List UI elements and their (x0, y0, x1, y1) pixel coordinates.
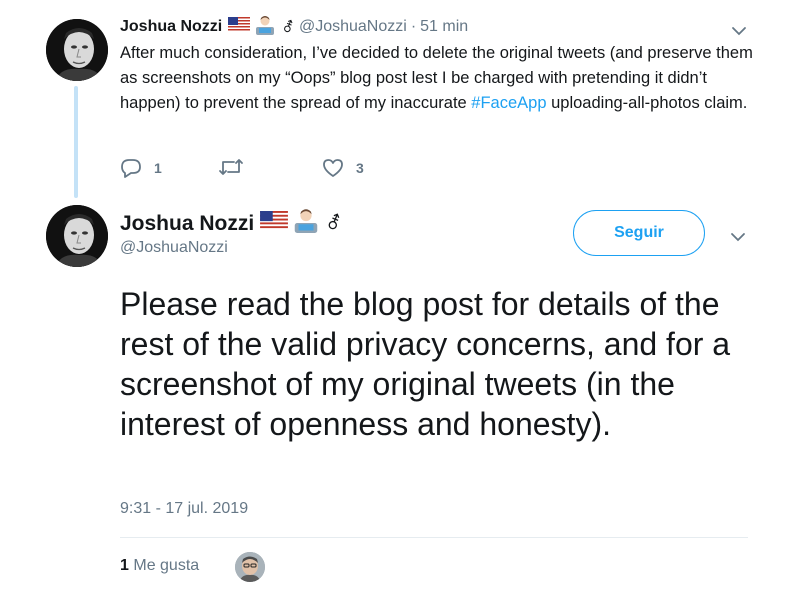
flag-us-icon (260, 211, 289, 236)
likes-label: Me gusta (133, 557, 200, 574)
like-count: 3 (356, 160, 364, 176)
follow-button[interactable]: Seguir (573, 210, 705, 256)
tweet-thread: Joshua Nozzi ⚦ @JoshuaNozzi · 51 min Aft… (0, 0, 788, 596)
separator-dot: · (410, 18, 417, 35)
heart-icon (323, 159, 343, 177)
author-handle[interactable]: @JoshuaNozzi (120, 239, 228, 257)
author-name[interactable]: Joshua Nozzi (120, 18, 222, 36)
author-handle[interactable]: @JoshuaNozzi (299, 18, 407, 36)
retweet-icon (219, 159, 243, 175)
tweet-time[interactable]: 51 min (420, 18, 468, 36)
retweet-button[interactable] (218, 158, 256, 176)
likes-count: 1 (120, 557, 129, 574)
technologist-icon (254, 15, 276, 40)
author-name-row: Joshua Nozzi ⚦ (120, 208, 341, 239)
liker-avatar[interactable] (235, 552, 265, 582)
author-avatar[interactable] (46, 19, 108, 81)
reply-tweet-text: After much consideration, I’ve decided t… (120, 44, 753, 112)
author-name[interactable]: Joshua Nozzi (120, 212, 254, 236)
flag-us-icon (228, 17, 251, 37)
divider (120, 537, 748, 538)
technologist-icon (292, 208, 320, 239)
reply-count: 1 (154, 160, 162, 176)
like-button[interactable]: 3 (322, 158, 364, 178)
likes-stat[interactable]: 1 Me gusta (120, 557, 199, 575)
chevron-down-icon[interactable] (730, 232, 746, 242)
chevron-down-icon[interactable] (731, 26, 747, 36)
reply-tweet-header: Joshua Nozzi ⚦ @JoshuaNozzi · 51 min (120, 15, 468, 40)
tweet-timestamp[interactable]: 9:31 - 17 jul. 2019 (120, 500, 248, 518)
gender-symbol-icon: ⚦ (282, 18, 294, 35)
reply-icon (121, 159, 141, 178)
main-tweet-text: Please read the blog post for details of… (120, 286, 731, 442)
gender-symbol-icon: ⚦ (326, 213, 342, 233)
thread-connector-line (74, 86, 78, 198)
hashtag-link[interactable]: #FaceApp (471, 94, 546, 112)
reply-button[interactable]: 1 (120, 158, 162, 178)
author-avatar[interactable] (46, 205, 108, 267)
